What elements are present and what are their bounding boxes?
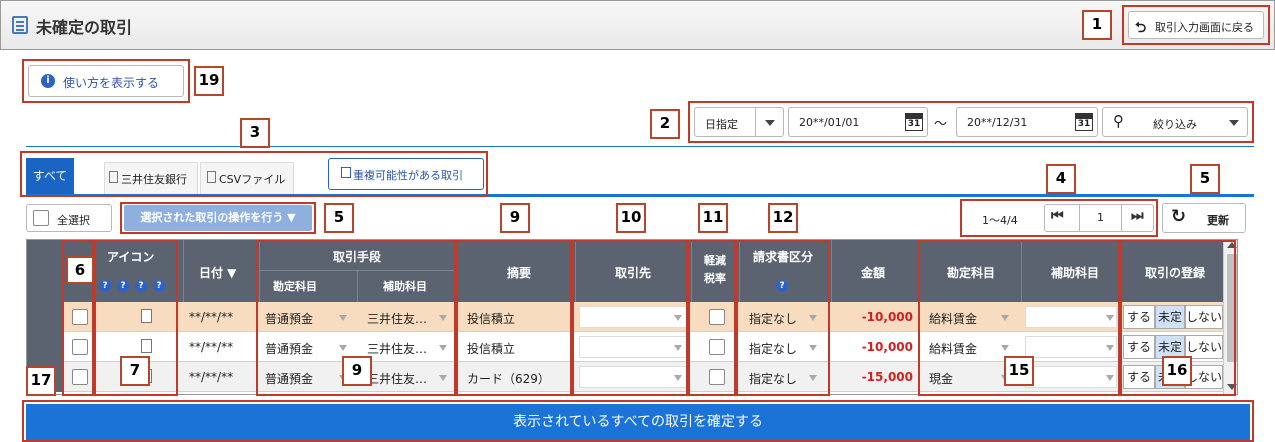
callout-17: 17 <box>26 366 56 396</box>
chevron-down-icon <box>1229 120 1239 126</box>
last-page-icon[interactable]: ⏭ <box>1131 208 1144 224</box>
page-divider <box>1079 205 1080 231</box>
page-divider <box>1121 205 1122 231</box>
help-button-label: 使い方を表示する <box>63 76 160 90</box>
select-divider <box>755 108 756 136</box>
date-to-value: 20**/12/31 <box>967 116 1028 129</box>
pagination-range: 1～4/4 <box>982 214 1018 227</box>
tab-all[interactable]: すべて <box>26 158 74 194</box>
callout-6: 6 <box>66 256 94 284</box>
callout-2: 2 <box>650 109 680 139</box>
first-page-icon[interactable]: ⏮ <box>1051 208 1064 224</box>
callout-5: 5 <box>1190 164 1220 194</box>
bulk-action-button[interactable]: 選択された取引の操作を行う ▼ <box>124 205 312 231</box>
confirm-all-button[interactable]: 表示されているすべての取引を確定する <box>26 404 1250 440</box>
narrow-down-button[interactable]: ⚲ 絞り込み <box>1102 107 1248 137</box>
callout-14: 12 <box>768 203 798 233</box>
info-icon: i <box>41 74 55 88</box>
pagination-control: ⏮ 1 ⏭ <box>1044 204 1154 232</box>
callout-7: 5 <box>324 203 354 233</box>
back-to-input-button[interactable]: ⮌ 取引入力画面に戻る <box>1128 11 1264 39</box>
calendar-icon[interactable]: 31 <box>905 113 923 131</box>
page-title: 未確定の取引 <box>36 18 133 37</box>
date-from-input[interactable]: 20**/01/01 31 <box>788 107 928 137</box>
header-amount: 金額 <box>861 266 886 280</box>
callout-11: 9 <box>500 203 530 233</box>
invoice-column-frame <box>736 240 830 396</box>
duplicate-transactions-button[interactable]: 重複可能性がある取引 <box>328 158 484 190</box>
header-date[interactable]: 日付 ▼ <box>199 264 236 281</box>
callout-10: 9 <box>342 356 372 386</box>
callout-15: 15 <box>1004 356 1034 386</box>
list-icon <box>12 16 28 34</box>
return-arrow-icon: ⮌ <box>1135 20 1147 36</box>
callout-19: 19 <box>194 66 224 96</box>
refresh-button[interactable]: ↻ 更新 <box>1162 203 1246 233</box>
select-all-button[interactable]: 全選択 <box>26 204 112 232</box>
row-date: **/**/** <box>189 310 234 324</box>
document-icon <box>207 171 216 183</box>
date-to-input[interactable]: 20**/12/31 31 <box>956 107 1098 137</box>
chevron-down-icon <box>765 120 775 126</box>
tab-smbc[interactable]: 三井住友銀行 <box>104 162 198 194</box>
calendar-icon[interactable]: 31 <box>1075 113 1093 131</box>
reduced-tax-column-frame <box>688 240 736 396</box>
tab-csv-label: CSVファイル <box>219 173 286 186</box>
page-number[interactable]: 1 <box>1097 211 1104 224</box>
row-amount: -15,000 <box>861 370 913 384</box>
row-amount: -10,000 <box>861 310 913 324</box>
callout-1: 1 <box>1082 10 1112 40</box>
refresh-icon: ↻ <box>1171 206 1187 227</box>
summary-column-frame <box>456 240 572 396</box>
tab-csv[interactable]: CSVファイル <box>200 162 294 194</box>
show-help-button[interactable]: i 使い方を表示する <box>28 65 184 97</box>
search-icon: ⚲ <box>1113 112 1124 130</box>
select-all-label: 全選択 <box>57 214 90 227</box>
callout-12: 10 <box>616 203 646 233</box>
select-all-checkbox[interactable] <box>33 210 49 226</box>
tab-smbc-label: 三井住友銀行 <box>121 173 187 186</box>
narrow-down-label: 絞り込み <box>1153 118 1197 131</box>
callout-4: 4 <box>1046 164 1076 194</box>
date-from-value: 20**/01/01 <box>799 116 860 129</box>
duplicate-button-label: 重複可能性がある取引 <box>353 169 463 182</box>
row-amount: -10,000 <box>861 340 913 354</box>
date-mode-select[interactable]: 日指定 <box>694 107 784 137</box>
date-range-separator: ～ <box>934 117 948 132</box>
date-mode-label: 日指定 <box>705 118 738 131</box>
row-date: **/**/** <box>189 370 234 384</box>
copy-icon <box>341 167 351 178</box>
row-date: **/**/** <box>189 340 234 354</box>
callout-9: 7 <box>120 356 150 386</box>
refresh-label: 更新 <box>1207 214 1229 227</box>
divider <box>26 146 1254 147</box>
document-icon <box>109 171 118 183</box>
partner-column-frame <box>572 240 688 396</box>
back-button-label: 取引入力画面に戻る <box>1155 21 1254 34</box>
callout-13: 11 <box>698 203 728 233</box>
callout-16: 16 <box>1162 356 1192 386</box>
callout-3: 3 <box>240 118 270 148</box>
